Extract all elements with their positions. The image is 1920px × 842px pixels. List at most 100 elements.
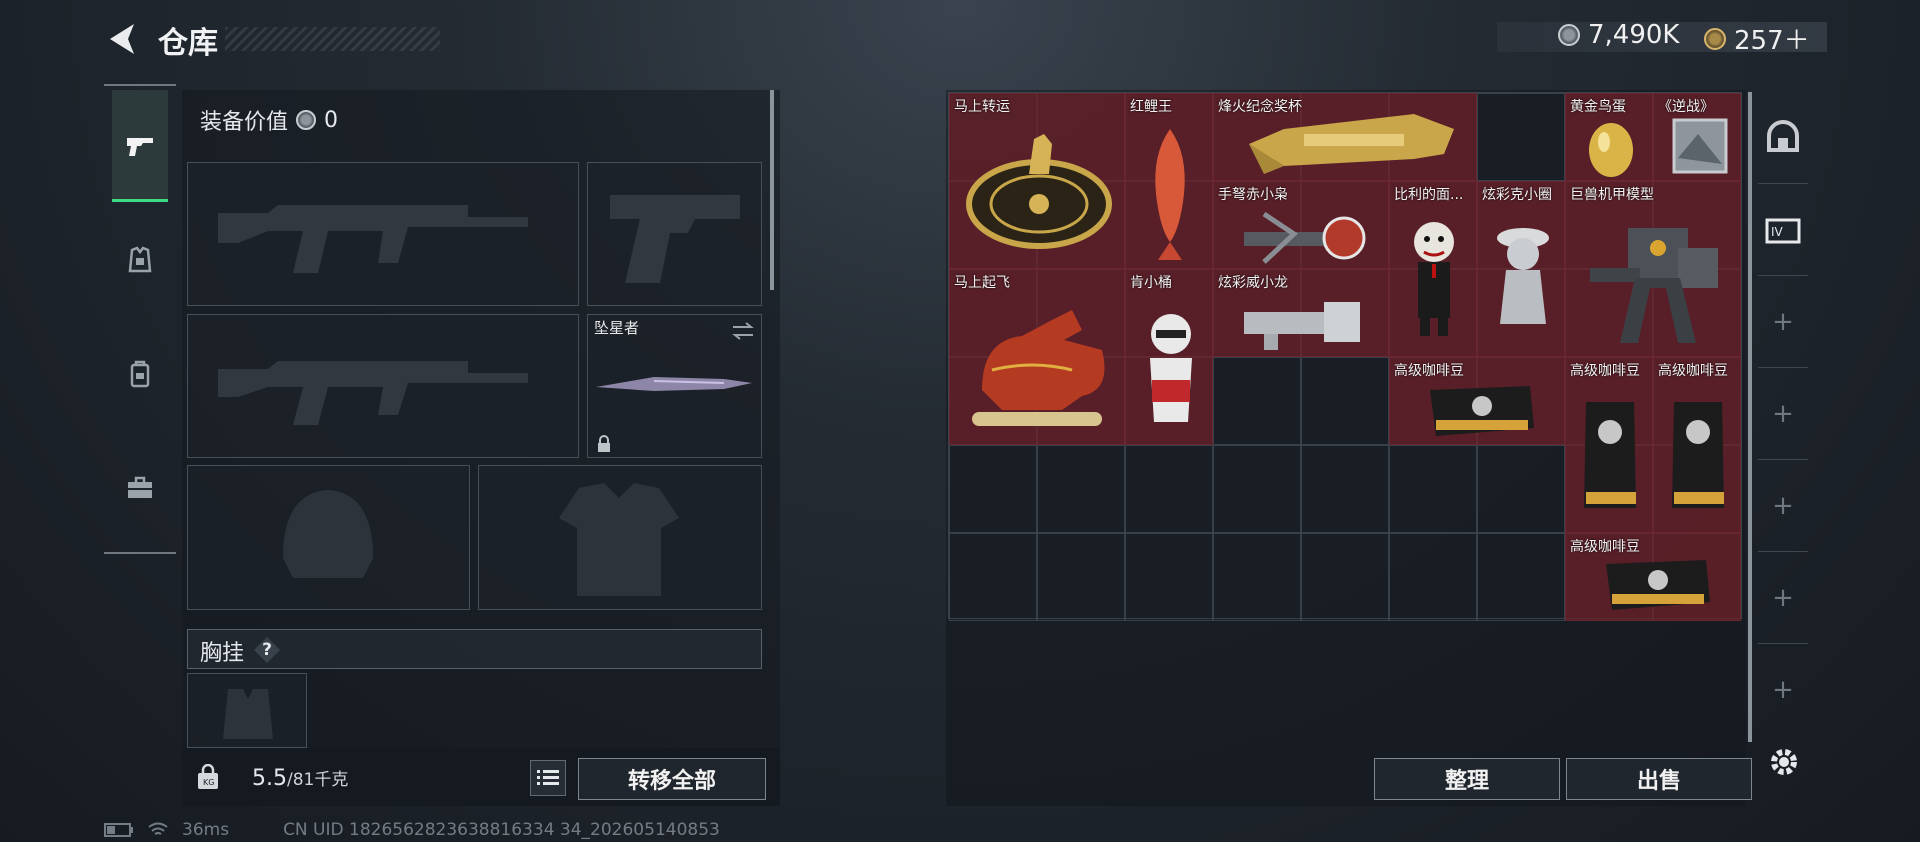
stash-cell[interactable] bbox=[1125, 533, 1213, 621]
lock-icon bbox=[598, 435, 610, 452]
secondary-weapon-slot[interactable] bbox=[187, 314, 579, 458]
stash-item[interactable]: 炫彩威小龙 bbox=[1213, 269, 1389, 357]
stash-cell[interactable] bbox=[1301, 357, 1389, 445]
item-name: 手弩赤小枭 bbox=[1218, 187, 1288, 203]
stash-item[interactable]: 马上起飞 bbox=[949, 269, 1125, 445]
case-icon: IV bbox=[1765, 218, 1801, 243]
helmet-slot[interactable] bbox=[187, 465, 470, 610]
item-name: 肯小桶 bbox=[1130, 275, 1172, 291]
stash-cell[interactable] bbox=[1125, 445, 1213, 533]
item-name: 高级咖啡豆 bbox=[1658, 363, 1728, 379]
transfer-all-button[interactable]: 转移全部 bbox=[578, 758, 766, 800]
stash-cell[interactable] bbox=[949, 445, 1037, 533]
svg-text:KG: KG bbox=[203, 778, 214, 787]
add-container-button[interactable]: + bbox=[1758, 644, 1808, 736]
ping: 36ms bbox=[182, 820, 230, 840]
stash-cell[interactable] bbox=[1213, 357, 1301, 445]
stash-cell[interactable] bbox=[1389, 445, 1477, 533]
stash-cell[interactable] bbox=[1301, 533, 1389, 621]
toolbox-icon bbox=[128, 476, 152, 498]
stash-cell[interactable] bbox=[1037, 533, 1125, 621]
sidearm-slot[interactable] bbox=[587, 162, 762, 306]
stash-item[interactable]: 巨兽机甲模型 bbox=[1565, 181, 1741, 357]
stash-item[interactable]: 《逆战》 bbox=[1653, 93, 1741, 181]
category-tabs bbox=[104, 84, 176, 554]
stash-grid: 马上转运 红鲤王 烽火纪念奖杯 黄金鸟蛋 《逆战》 手弩赤小枭 比利的面... … bbox=[948, 92, 1742, 621]
item-name: 高级咖啡豆 bbox=[1570, 363, 1640, 379]
stash-item[interactable]: 高级咖啡豆 bbox=[1653, 357, 1741, 533]
stash-item[interactable]: 肯小桶 bbox=[1125, 269, 1213, 445]
body-armor-slot[interactable] bbox=[478, 465, 762, 610]
stash-cell[interactable] bbox=[1477, 445, 1565, 533]
back-arrow-icon bbox=[110, 24, 134, 54]
stash-cell[interactable] bbox=[1301, 445, 1389, 533]
equipment-scrollbar[interactable] bbox=[770, 90, 774, 290]
mech-model-icon bbox=[1590, 228, 1718, 343]
back-button[interactable] bbox=[104, 22, 140, 56]
stash-item[interactable]: 黄金鸟蛋 bbox=[1565, 93, 1653, 181]
puppet-figure-icon bbox=[1414, 222, 1454, 336]
item-name: 比利的面... bbox=[1394, 187, 1464, 203]
container-tab-2[interactable]: IV bbox=[1758, 184, 1808, 276]
item-name: 马上起飞 bbox=[954, 275, 1010, 291]
stash-cell[interactable] bbox=[1213, 445, 1301, 533]
stash-item[interactable]: 高级咖啡豆 bbox=[1389, 357, 1565, 445]
knife-icon bbox=[596, 377, 752, 391]
sort-button[interactable]: 整理 bbox=[1374, 758, 1560, 800]
silver-amount: 7,490K bbox=[1588, 20, 1680, 50]
settings-gear-icon[interactable] bbox=[1768, 746, 1800, 778]
weight-max: /81千克 bbox=[287, 770, 349, 790]
list-icon bbox=[537, 770, 559, 785]
helmet-silhouette-icon bbox=[283, 490, 373, 578]
stash-cell[interactable] bbox=[1213, 533, 1301, 621]
stash-cell[interactable] bbox=[1477, 533, 1565, 621]
stash-item[interactable]: 炫彩克小圈 bbox=[1477, 181, 1565, 357]
melee-label: 坠星者 bbox=[594, 319, 640, 337]
stash-item[interactable]: 比利的面... bbox=[1389, 181, 1477, 357]
stash-sidebar: IV + + + + + bbox=[1758, 92, 1808, 742]
stash-item[interactable]: 马上转运 bbox=[949, 93, 1125, 269]
container-tab-1[interactable] bbox=[1758, 92, 1808, 184]
stash-cell[interactable] bbox=[1389, 533, 1477, 621]
tab-backpack[interactable] bbox=[112, 318, 168, 430]
swap-icon[interactable] bbox=[731, 321, 755, 341]
wifi-icon bbox=[148, 822, 168, 835]
melee-slot[interactable]: 坠星者 bbox=[587, 314, 762, 458]
collectible-card-icon bbox=[1672, 118, 1728, 174]
stash-item[interactable]: 手弩赤小枭 bbox=[1213, 181, 1389, 269]
stash-item[interactable]: 烽火纪念奖杯 bbox=[1213, 93, 1477, 181]
status-bar: 36ms CN UID 1826562823638816334 34_20260… bbox=[104, 820, 720, 840]
gold-coin-icon bbox=[1704, 27, 1726, 50]
svg-text:IV: IV bbox=[1771, 225, 1784, 239]
stash-item[interactable]: 红鲤王 bbox=[1125, 93, 1213, 269]
item-name: 高级咖啡豆 bbox=[1394, 363, 1464, 379]
coffee-bag-icon bbox=[1584, 402, 1636, 508]
golden-egg-icon bbox=[1589, 123, 1633, 177]
stash-item[interactable]: 高级咖啡豆 bbox=[1565, 357, 1653, 533]
silver-figure-icon bbox=[1497, 228, 1549, 324]
weight-icon: KG bbox=[198, 764, 218, 789]
stash-cell[interactable] bbox=[1477, 93, 1565, 181]
tab-armor[interactable] bbox=[112, 204, 168, 316]
add-container-button[interactable]: + bbox=[1758, 276, 1808, 368]
weight-current: 5.5 bbox=[252, 766, 287, 791]
sell-button[interactable]: 出售 bbox=[1566, 758, 1752, 800]
add-container-button[interactable]: + bbox=[1758, 460, 1808, 552]
tab-toolbox[interactable] bbox=[112, 432, 168, 544]
add-container-button[interactable]: + bbox=[1758, 552, 1808, 644]
vest-silhouette-icon bbox=[559, 483, 679, 596]
chest-rig-slot[interactable] bbox=[187, 673, 307, 748]
stash-cell[interactable] bbox=[1037, 445, 1125, 533]
tab-weapons[interactable] bbox=[112, 90, 168, 202]
primary-weapon-slot[interactable] bbox=[187, 162, 579, 306]
red-carp-icon bbox=[1155, 129, 1185, 260]
item-name: 巨兽机甲模型 bbox=[1570, 187, 1654, 203]
gold-currency[interactable]: 257＋ bbox=[1704, 20, 1810, 57]
pistol-silhouette-icon bbox=[610, 195, 740, 283]
equipment-value: 装备价值 0 bbox=[200, 104, 338, 136]
add-container-button[interactable]: + bbox=[1758, 368, 1808, 460]
stash-cell[interactable] bbox=[949, 533, 1037, 621]
stash-scrollbar[interactable] bbox=[1748, 92, 1752, 742]
list-view-button[interactable] bbox=[530, 760, 566, 796]
stash-item[interactable]: 高级咖啡豆 bbox=[1565, 533, 1741, 621]
